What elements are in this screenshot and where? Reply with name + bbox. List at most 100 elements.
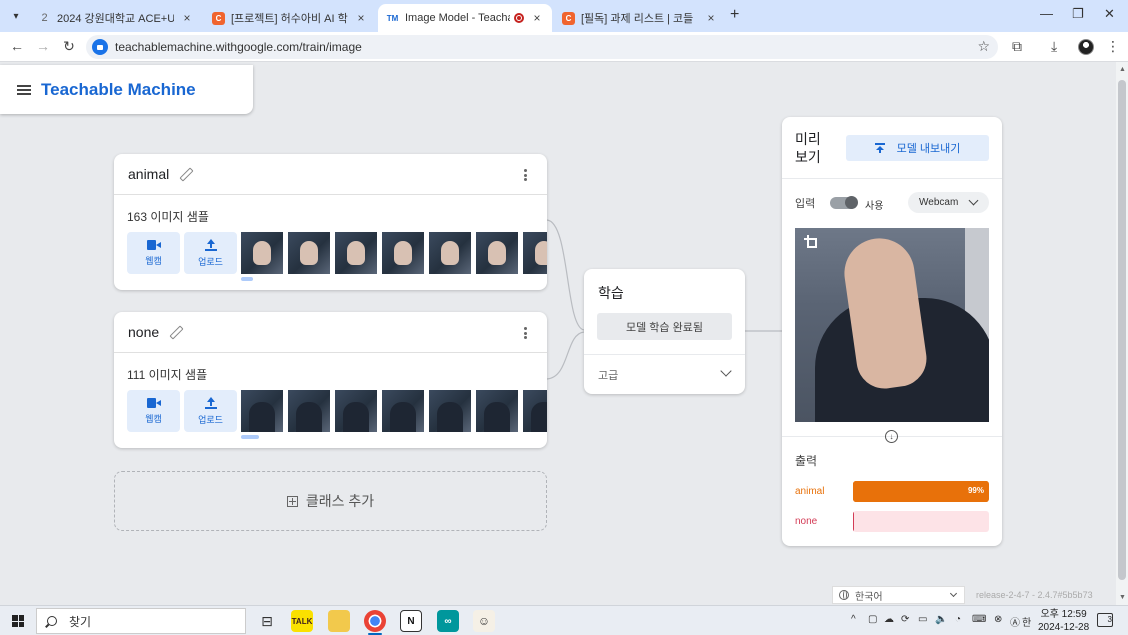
sample-scrollbar[interactable] (241, 435, 259, 439)
back-icon[interactable]: ← (8, 38, 26, 54)
notion-icon[interactable]: N (400, 610, 422, 632)
class-options-icon[interactable] (524, 169, 527, 181)
site-info-icon[interactable] (92, 39, 108, 55)
language-value: 한국어 (855, 591, 883, 603)
window-close-icon[interactable]: ✕ (1104, 6, 1115, 22)
codle-favicon-icon: C (212, 11, 225, 25)
sample-thumbnail[interactable] (429, 390, 471, 432)
notification-icon[interactable]: 3 (1097, 613, 1113, 627)
wifi-icon[interactable]: ◔ (955, 614, 961, 625)
kakaotalk-icon[interactable]: TALK (291, 610, 313, 632)
language-select[interactable]: 한국어 (832, 586, 965, 604)
close-tab-icon[interactable]: × (530, 11, 544, 25)
preview-title: 미리 보기 (795, 131, 821, 165)
profile-avatar[interactable] (1078, 39, 1094, 55)
tab-image-model[interactable]: TM Image Model - Teachable × (378, 4, 552, 32)
tab-project[interactable]: C [프로젝트] 허수아비 AI 학습시 × (204, 4, 376, 32)
kangwon-favicon-icon: 2 (41, 12, 48, 24)
input-toggle[interactable] (830, 196, 858, 209)
advanced-toggle[interactable]: 고급 (598, 367, 618, 383)
page-scrollbar[interactable]: ▲ ▼ (1116, 62, 1128, 605)
extensions-icon[interactable]: ⧉ (1012, 38, 1022, 55)
forward-icon[interactable]: → (34, 38, 52, 54)
close-tab-icon[interactable]: × (180, 11, 194, 25)
arduino-icon[interactable]: ∞ (437, 610, 459, 632)
app-logo[interactable]: Teachable Machine (41, 80, 196, 100)
class-card-animal: animal 163 이미지 샘플 웹캠 업로드 (114, 154, 547, 290)
tab-assignments[interactable]: C [필독] 과제 리스트 | 코들 × (554, 4, 726, 32)
crop-icon[interactable] (804, 235, 818, 249)
battery-icon[interactable]: ▭ (918, 614, 927, 625)
tray-device-icon[interactable]: ▢ (868, 614, 877, 625)
webcam-label: 웹캠 (145, 255, 162, 266)
restore-icon[interactable]: ❐ (1072, 6, 1084, 22)
webcam-button[interactable]: 웹캠 (127, 232, 180, 274)
input-label: 입력 (795, 198, 816, 210)
windows-start-icon[interactable] (12, 615, 24, 627)
app-mascot-icon[interactable]: ☺ (473, 610, 495, 632)
file-explorer-icon[interactable] (328, 610, 350, 632)
export-model-button[interactable]: 모델 내보내기 (846, 135, 989, 161)
scroll-up-icon[interactable]: ▲ (1119, 66, 1126, 73)
sample-thumbnail[interactable] (476, 232, 518, 274)
chevron-down-icon[interactable] (720, 365, 732, 377)
sample-thumbnail[interactable] (429, 232, 471, 274)
tab-kangwon[interactable]: 2 2024 강원대학교 ACE+UP 창의 × (30, 4, 202, 32)
class-options-icon[interactable] (524, 327, 527, 339)
edit-pencil-icon[interactable] (169, 326, 181, 338)
chrome-icon[interactable] (364, 610, 386, 632)
tray-overflow-icon[interactable]: ^ (851, 614, 856, 625)
sample-thumbnail[interactable] (523, 390, 547, 432)
tab-search-icon[interactable]: ▾ (6, 6, 26, 26)
train-model-button[interactable]: 모델 학습 완료됨 (597, 313, 732, 340)
upload-button[interactable]: 업로드 (184, 390, 237, 432)
scroll-thumb[interactable] (1118, 80, 1126, 580)
keyboard-icon[interactable]: ⌨ (972, 614, 986, 625)
ime-mode-icon[interactable]: Ⓐ (1010, 614, 1020, 629)
bookmark-star-icon[interactable]: ☆ (977, 38, 990, 55)
sample-thumbnail[interactable] (335, 390, 377, 432)
sample-thumbnail[interactable] (476, 390, 518, 432)
minimize-icon[interactable]: — (1040, 6, 1053, 21)
class-name[interactable]: none (128, 324, 159, 340)
tray-update-icon[interactable]: ⟳ (901, 614, 909, 625)
sample-thumbnail[interactable] (241, 232, 283, 274)
sample-strip[interactable]: 웹캠 업로드 (127, 390, 547, 432)
app-header: Teachable Machine (0, 65, 253, 114)
download-icon[interactable]: ⤓ (1051, 38, 1057, 55)
address-toolbar: ← → ↻ teachablemachine.withgoogle.com/tr… (0, 32, 1128, 62)
edit-pencil-icon[interactable] (179, 168, 191, 180)
globe-icon (839, 590, 849, 600)
sample-scrollbar[interactable] (241, 277, 253, 281)
sample-thumbnail[interactable] (382, 232, 424, 274)
browser-menu-icon[interactable]: ⋮ (1106, 38, 1120, 55)
volume-icon[interactable]: 🔈 (935, 614, 947, 625)
ime-language[interactable]: 한 (1022, 614, 1031, 629)
blocked-icon[interactable]: ⊗ (994, 614, 1002, 625)
divider (782, 178, 1002, 179)
sample-thumbnail[interactable] (382, 390, 424, 432)
tray-cloud-icon[interactable]: ☁ (884, 614, 894, 625)
reload-icon[interactable]: ↻ (60, 38, 78, 55)
add-class-button[interactable]: 클래스 추가 (114, 471, 547, 531)
sample-thumbnail[interactable] (288, 232, 330, 274)
sample-thumbnail[interactable] (335, 232, 377, 274)
sample-strip[interactable]: 웹캠 업로드 (127, 232, 547, 274)
taskbar-search[interactable]: 찾기 (36, 608, 246, 634)
new-tab-icon[interactable]: + (730, 6, 739, 24)
webcam-button[interactable]: 웹캠 (127, 390, 180, 432)
url-bar[interactable]: teachablemachine.withgoogle.com/train/im… (86, 35, 998, 59)
class-name[interactable]: animal (128, 166, 169, 182)
upload-button[interactable]: 업로드 (184, 232, 237, 274)
codle-favicon-icon: C (562, 11, 575, 25)
input-source-select[interactable]: Webcam (908, 192, 989, 213)
sample-thumbnail[interactable] (523, 232, 547, 274)
sample-thumbnail[interactable] (241, 390, 283, 432)
close-tab-icon[interactable]: × (704, 11, 718, 25)
taskbar-clock[interactable]: 오후 12:59 2024-12-28 (1038, 608, 1089, 634)
sample-thumbnail[interactable] (288, 390, 330, 432)
close-tab-icon[interactable]: × (354, 11, 368, 25)
scroll-down-icon[interactable]: ▼ (1119, 594, 1126, 601)
hamburger-menu-icon[interactable] (17, 84, 31, 95)
task-view-icon[interactable]: ⊟ (256, 610, 278, 632)
